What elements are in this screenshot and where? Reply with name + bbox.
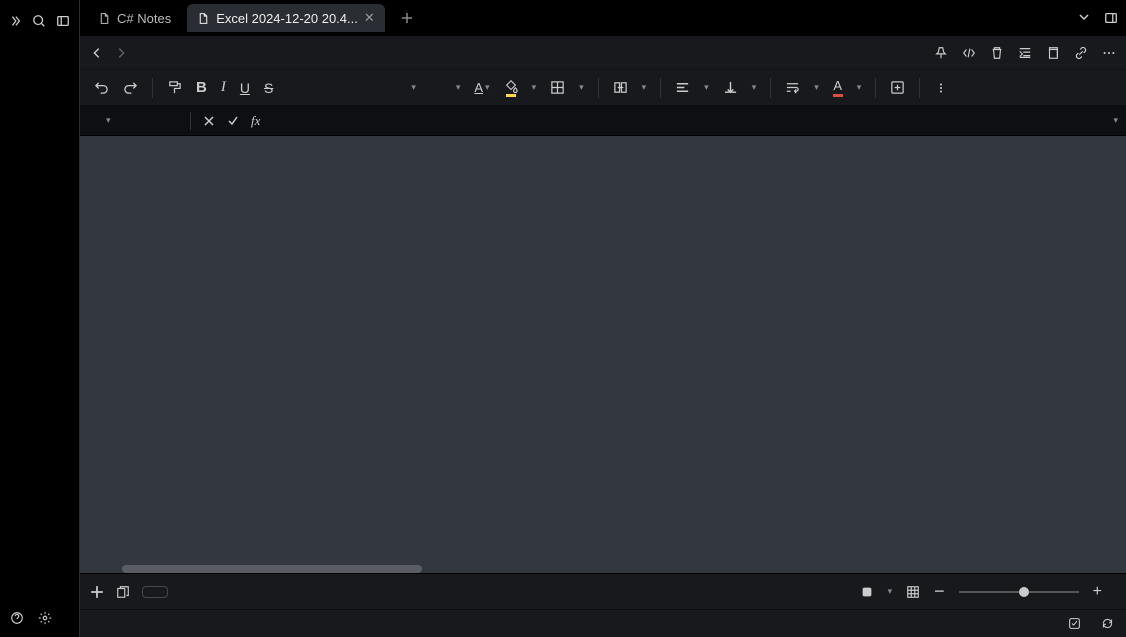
status-icon — [1068, 617, 1081, 630]
status-bar — [80, 609, 1126, 637]
sheet-tab[interactable] — [142, 586, 168, 598]
chevron-down-icon[interactable]: ▾ — [579, 82, 584, 93]
code-icon[interactable] — [962, 46, 976, 60]
trash-icon[interactable] — [990, 46, 1004, 60]
italic-button[interactable]: I — [221, 79, 226, 96]
panel-right-icon[interactable] — [1104, 11, 1118, 25]
accept-formula-icon[interactable] — [227, 115, 239, 127]
zoom-out-button[interactable]: − — [934, 581, 945, 602]
more-icon[interactable] — [1102, 46, 1116, 60]
insert-button[interactable] — [890, 80, 905, 95]
tab-label: C# Notes — [117, 11, 171, 26]
all-sheets-button[interactable] — [116, 585, 130, 599]
horizontal-scrollbar[interactable] — [122, 565, 422, 573]
chevron-down-icon[interactable]: ▾ — [814, 82, 819, 93]
sync-icon[interactable] — [1101, 617, 1114, 630]
chevron-down-icon[interactable]: ▾ — [106, 115, 111, 126]
chevron-down-icon[interactable]: ▾ — [642, 82, 647, 93]
toolbar: B I U S ▾ ▾ A▾ ▾ ▾ ▾ ▾ ▾ ▾ A — [80, 70, 1126, 106]
text-wrap-button[interactable] — [785, 80, 800, 95]
zoom-slider[interactable] — [959, 591, 1079, 593]
formula-bar: ▾ fx ▾ — [80, 106, 1126, 136]
nav-back-icon[interactable] — [90, 46, 104, 60]
sheet-bar: ▾ − + — [80, 573, 1126, 609]
text-rotation-button[interactable]: A — [833, 78, 843, 97]
h-align-button[interactable] — [675, 80, 690, 95]
indent-icon[interactable] — [1018, 46, 1032, 60]
tab-label: Excel 2024-12-20 20.4... — [216, 11, 358, 26]
tab[interactable]: Excel 2024-12-20 20.4... ✕ — [187, 4, 385, 32]
strikethrough-button[interactable]: S — [264, 80, 273, 96]
cancel-formula-icon[interactable] — [203, 115, 215, 127]
chevron-down-icon[interactable]: ▾ — [752, 82, 757, 93]
redo-button[interactable] — [123, 80, 138, 95]
chevron-down-icon[interactable]: ▾ — [888, 586, 893, 597]
tab-bar: C# Notes Excel 2024-12-20 20.4... ✕ — [80, 0, 1126, 36]
merge-cells-button[interactable] — [613, 80, 628, 95]
add-tab-button[interactable] — [401, 12, 413, 24]
v-align-button[interactable] — [723, 80, 738, 95]
nav-forward-icon[interactable] — [114, 46, 128, 60]
chevron-right-icon[interactable] — [8, 14, 22, 28]
chevron-down-icon[interactable]: ▾ — [704, 82, 709, 93]
view-normal-icon[interactable] — [860, 585, 874, 599]
breadcrumb[interactable] — [138, 45, 146, 60]
settings-icon[interactable] — [38, 611, 52, 625]
sidebar-toggle-icon[interactable] — [56, 14, 70, 28]
fill-color-button[interactable] — [504, 79, 518, 97]
borders-button[interactable] — [550, 80, 565, 95]
copy-icon[interactable] — [1046, 46, 1060, 60]
fx-icon[interactable]: fx — [251, 113, 260, 129]
spreadsheet-grid[interactable] — [80, 136, 1126, 573]
text-color-button[interactable]: A▾ — [474, 80, 489, 95]
expand-formula-icon[interactable]: ▾ — [1113, 115, 1118, 126]
undo-button[interactable] — [94, 80, 109, 95]
chevron-down-icon[interactable] — [1078, 11, 1090, 25]
close-tab-icon[interactable]: ✕ — [364, 10, 375, 26]
link-icon[interactable] — [1074, 46, 1088, 60]
help-icon[interactable] — [10, 611, 24, 625]
chevron-down-icon[interactable]: ▾ — [532, 82, 537, 93]
add-sheet-button[interactable] — [90, 585, 104, 599]
tab[interactable]: C# Notes — [88, 4, 181, 32]
paint-format-button[interactable] — [167, 80, 182, 95]
view-grid-icon[interactable] — [906, 585, 920, 599]
pin-icon[interactable] — [934, 46, 948, 60]
toolbar-more-icon[interactable] — [934, 81, 948, 95]
chevron-down-icon[interactable]: ▾ — [456, 82, 461, 93]
chevron-down-icon[interactable]: ▾ — [857, 82, 862, 93]
chevron-down-icon[interactable]: ▾ — [411, 82, 416, 93]
search-icon[interactable] — [32, 14, 46, 28]
bold-button[interactable]: B — [196, 79, 207, 96]
zoom-in-button[interactable]: + — [1093, 583, 1102, 601]
breadcrumb-bar — [80, 36, 1126, 70]
name-box[interactable]: ▾ — [88, 115, 178, 126]
underline-button[interactable]: U — [240, 80, 250, 96]
